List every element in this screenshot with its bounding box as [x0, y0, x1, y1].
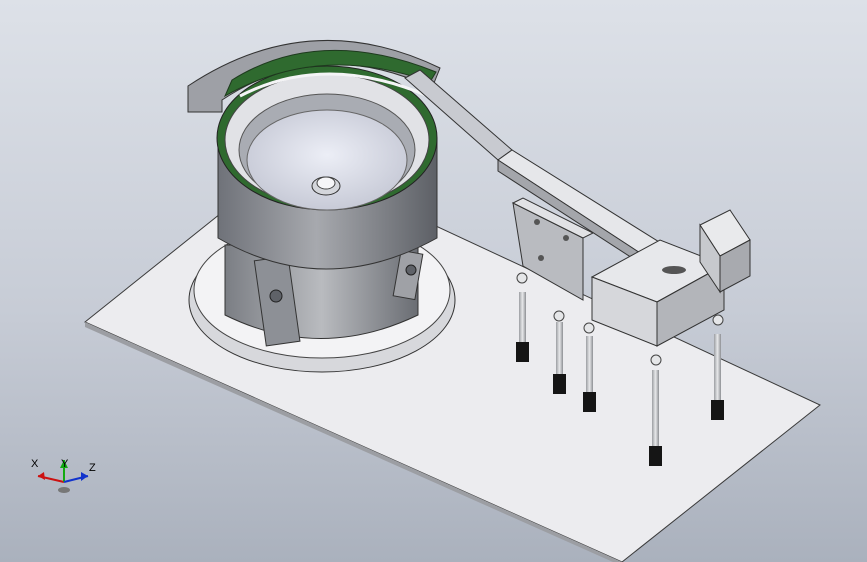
- vibratory-bowl[interactable]: [216, 65, 438, 270]
- base-plate[interactable]: [84, 157, 821, 562]
- triad-z-label: Z: [89, 462, 96, 474]
- center-bolt[interactable]: [311, 176, 341, 196]
- triad-x-label: X: [31, 458, 39, 470]
- view-orientation-triad[interactable]: X Y Z: [24, 452, 104, 512]
- triad-y-label: Y: [61, 458, 69, 470]
- cad-viewport[interactable]: X Y Z: [0, 0, 867, 562]
- cad-model-scene[interactable]: [0, 0, 867, 562]
